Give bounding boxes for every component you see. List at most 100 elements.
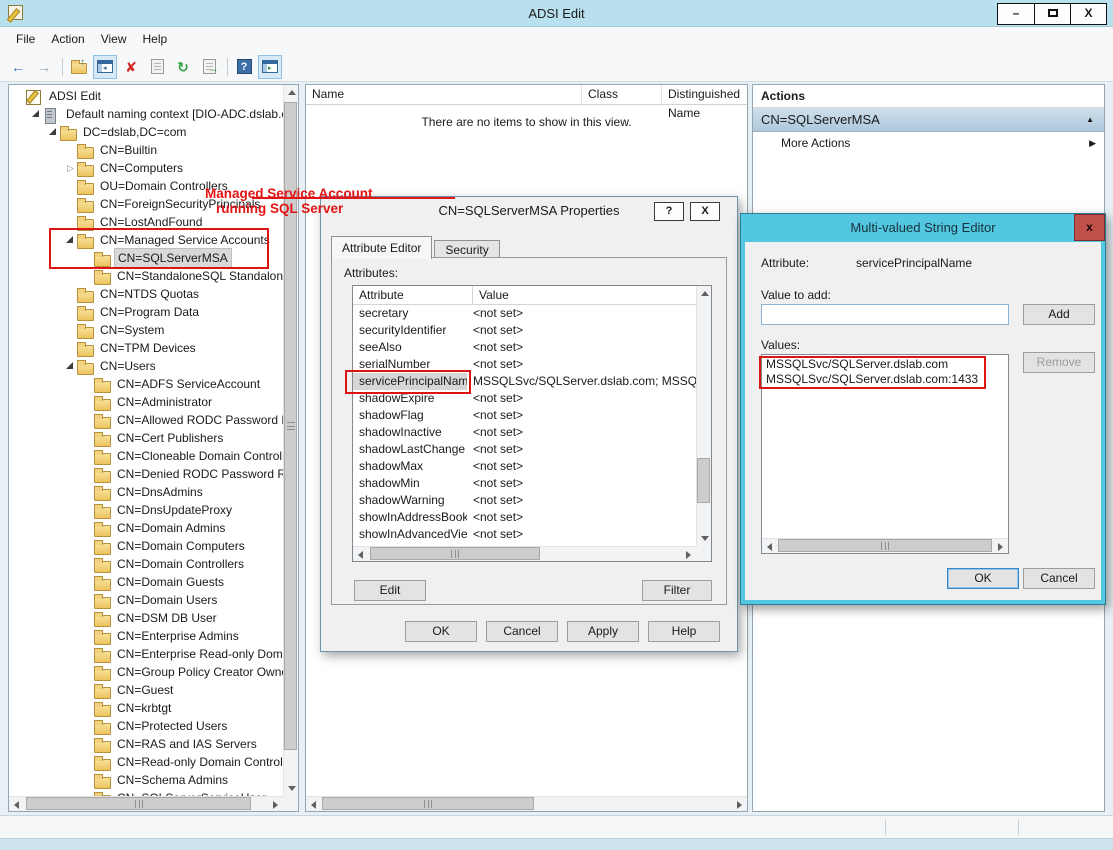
tree-item[interactable]: CN=Schema Admins	[9, 771, 283, 789]
attribute-row[interactable]: shadowFlag<not set>	[353, 407, 696, 424]
scroll-down-icon[interactable]	[697, 531, 712, 546]
menu-action[interactable]: Action	[43, 27, 92, 52]
collapse-icon[interactable]: ▲	[1086, 108, 1094, 132]
values-horizontal-scrollbar[interactable]	[762, 538, 1008, 553]
attribute-row[interactable]: shadowInactive<not set>	[353, 424, 696, 441]
tree-item[interactable]: CN=System	[9, 321, 283, 339]
tree-item[interactable]: CN=Program Data	[9, 303, 283, 321]
scroll-right-icon[interactable]	[732, 797, 747, 812]
tree-item[interactable]: CN=Group Policy Creator Owners	[9, 663, 283, 681]
tree-item[interactable]: CN=RAS and IAS Servers	[9, 735, 283, 753]
table-horizontal-scrollbar[interactable]	[353, 546, 696, 561]
actions-group-header[interactable]: CN=SQLServerMSA ▲	[753, 108, 1104, 132]
tree-item[interactable]: CN=Administrator	[9, 393, 283, 411]
attribute-row[interactable]: showInAdvancedVie...<not set>	[353, 526, 696, 543]
value-to-add-input[interactable]	[761, 304, 1009, 325]
dialog-close-button[interactable]: x	[1074, 214, 1105, 241]
expand-open-icon[interactable]	[49, 128, 56, 135]
dialog-help-button[interactable]: ?	[654, 202, 684, 221]
tree-item[interactable]: CN=SQLServerServiceUser	[9, 789, 283, 796]
column-header-value[interactable]: Value	[473, 286, 711, 304]
scroll-left-icon[interactable]	[9, 797, 24, 812]
scroll-right-icon[interactable]	[268, 797, 283, 812]
scroll-left-icon[interactable]	[762, 539, 777, 554]
attribute-row[interactable]: shadowLastChange<not set>	[353, 441, 696, 458]
tree-item[interactable]: CN=Domain Users	[9, 591, 283, 609]
scroll-up-icon[interactable]	[697, 286, 712, 301]
scroll-left-icon[interactable]	[306, 797, 321, 812]
tree-item[interactable]: ADSI Edit	[9, 87, 283, 105]
tree-item[interactable]: CN=Cloneable Domain Controller	[9, 447, 283, 465]
tree-item[interactable]: CN=DSM DB User	[9, 609, 283, 627]
scroll-down-icon[interactable]	[284, 781, 299, 796]
tree-item[interactable]: CN=Read-only Domain Controller	[9, 753, 283, 771]
tab-attribute-editor[interactable]: Attribute Editor	[331, 236, 432, 259]
maximize-button[interactable]	[1034, 4, 1070, 24]
table-vertical-scrollbar[interactable]	[696, 286, 711, 546]
tree-item[interactable]: CN=Cert Publishers	[9, 429, 283, 447]
column-header-attribute[interactable]: Attribute	[353, 286, 473, 304]
scroll-right-icon[interactable]	[993, 539, 1008, 554]
tree-item[interactable]: CN=Domain Computers	[9, 537, 283, 555]
ok-button[interactable]: OK	[405, 621, 477, 642]
more-actions-item[interactable]: More Actions ▶	[753, 132, 1104, 154]
column-header-distinguished-name[interactable]: Distinguished Name	[662, 85, 747, 104]
attribute-row[interactable]: shadowWarning<not set>	[353, 492, 696, 509]
menu-help[interactable]: Help	[135, 27, 176, 52]
attribute-row[interactable]: secretary<not set>	[353, 305, 696, 322]
minimize-button[interactable]: –	[998, 4, 1034, 24]
tree-item[interactable]: DC=dslab,DC=com	[9, 123, 283, 141]
expand-open-icon[interactable]	[66, 362, 73, 369]
scroll-right-icon[interactable]	[681, 547, 696, 562]
menu-file[interactable]: File	[8, 27, 43, 52]
up-one-level-icon[interactable]: ↑	[67, 55, 91, 79]
delete-icon[interactable]: ✘	[119, 55, 143, 79]
tree-item[interactable]: CN=Denied RODC Password Repli	[9, 465, 283, 483]
tree-item[interactable]: CN=Domain Controllers	[9, 555, 283, 573]
properties-icon[interactable]	[145, 55, 169, 79]
expand-open-icon[interactable]	[32, 110, 39, 117]
edit-button[interactable]: Edit	[354, 580, 426, 601]
attribute-row[interactable]: shadowMin<not set>	[353, 475, 696, 492]
attribute-row[interactable]: seeAlso<not set>	[353, 339, 696, 356]
attribute-row[interactable]: showInAddressBook<not set>	[353, 509, 696, 526]
tree-item[interactable]: CN=ADFS ServiceAccount	[9, 375, 283, 393]
tree-item[interactable]: CN=Users	[9, 357, 283, 375]
close-button[interactable]: X	[1070, 4, 1106, 24]
attribute-row[interactable]: securityIdentifier<not set>	[353, 322, 696, 339]
tree-item[interactable]: CN=TPM Devices	[9, 339, 283, 357]
menu-view[interactable]: View	[93, 27, 135, 52]
show-console-tree-icon[interactable]: ◂	[93, 55, 117, 79]
column-header-name[interactable]: Name	[306, 85, 582, 104]
tree-item[interactable]: CN=NTDS Quotas	[9, 285, 283, 303]
ok-button[interactable]: OK	[947, 568, 1019, 589]
forward-icon[interactable]: →	[32, 55, 56, 79]
remove-button[interactable]: Remove	[1023, 352, 1095, 373]
tree-item[interactable]: CN=DnsUpdateProxy	[9, 501, 283, 519]
help-button[interactable]: Help	[648, 621, 720, 642]
add-button[interactable]: Add	[1023, 304, 1095, 325]
back-icon[interactable]: ←	[6, 55, 30, 79]
cancel-button[interactable]: Cancel	[486, 621, 558, 642]
filter-button[interactable]: Filter	[642, 580, 712, 601]
help-icon[interactable]: ?	[232, 55, 256, 79]
tree-item[interactable]: CN=StandaloneSQL StandaloneSQ	[9, 267, 283, 285]
attribute-row[interactable]: shadowMax<not set>	[353, 458, 696, 475]
column-header-class[interactable]: Class	[582, 85, 662, 104]
tree-item[interactable]: CN=DnsAdmins	[9, 483, 283, 501]
tree-item[interactable]: CN=krbtgt	[9, 699, 283, 717]
scrollbar-thumb[interactable]	[370, 547, 540, 560]
tree-item[interactable]: CN=Enterprise Read-only Domain	[9, 645, 283, 663]
tree-item[interactable]: CN=Protected Users	[9, 717, 283, 735]
tree-item[interactable]: CN=Allowed RODC Password Rep	[9, 411, 283, 429]
tree-item[interactable]: CN=Domain Admins	[9, 519, 283, 537]
scroll-up-icon[interactable]	[284, 85, 299, 100]
apply-button[interactable]: Apply	[567, 621, 639, 642]
scroll-left-icon[interactable]	[353, 547, 368, 562]
expand-closed-icon[interactable]: ▷	[64, 159, 77, 177]
tree-item[interactable]: ▷CN=Computers	[9, 159, 283, 177]
scrollbar-thumb[interactable]	[322, 797, 534, 810]
scrollbar-thumb[interactable]	[26, 797, 251, 810]
show-action-pane-icon[interactable]: ▸	[258, 55, 282, 79]
cancel-button[interactable]: Cancel	[1023, 568, 1095, 589]
